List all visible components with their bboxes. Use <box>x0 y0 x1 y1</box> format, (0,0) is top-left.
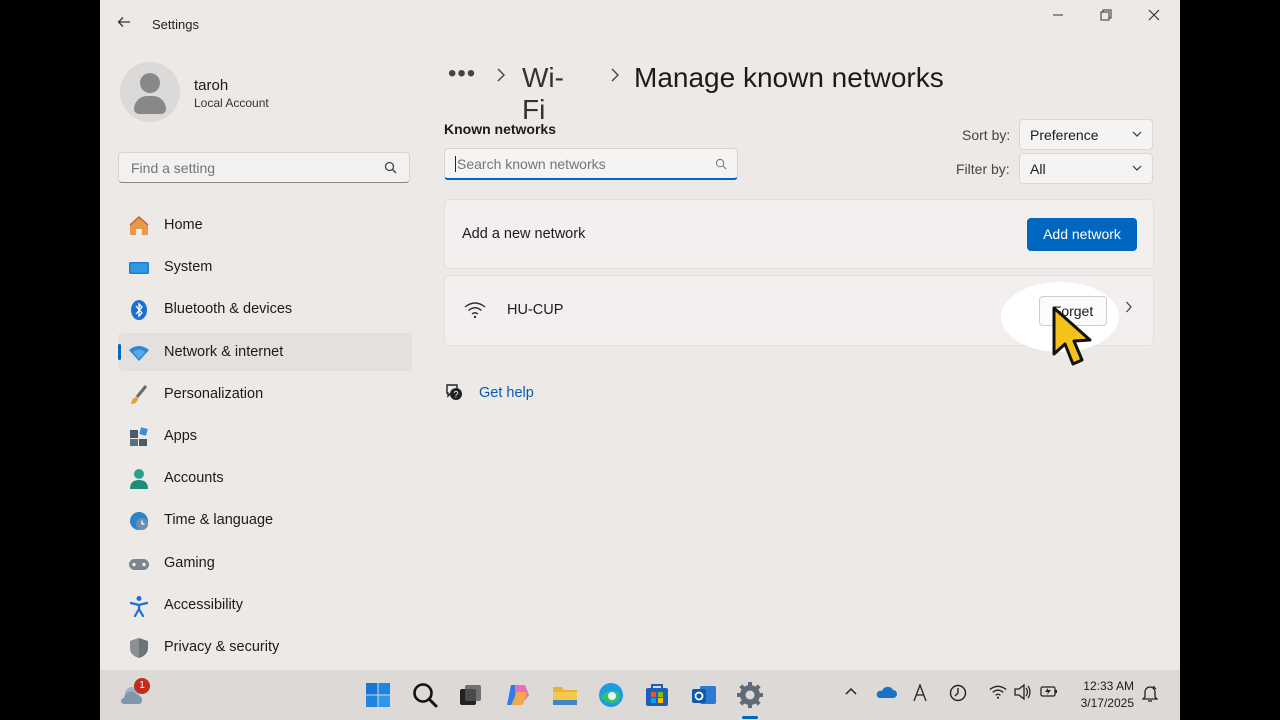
active-indicator <box>118 343 121 360</box>
settings-window: Settings taroh Local Account Home <box>100 0 1180 670</box>
sidebar-item-gaming[interactable]: Gaming <box>118 544 412 582</box>
battery-icon[interactable] <box>1040 684 1058 703</box>
breadcrumb-wifi-link[interactable]: Wi-Fi <box>522 62 564 126</box>
network-icon <box>128 342 150 364</box>
app-title: Settings <box>152 17 199 32</box>
notification-bell-icon[interactable] <box>1141 685 1159 708</box>
chevron-right-icon <box>610 65 620 88</box>
task-view-icon[interactable] <box>456 680 486 710</box>
network-name: HU-CUP <box>507 302 564 318</box>
notification-badge: 1 <box>134 678 150 694</box>
add-network-button[interactable]: Add network <box>1027 218 1137 251</box>
svg-text:?: ? <box>453 390 458 400</box>
sidebar-item-label: Accessibility <box>164 596 243 613</box>
edge-browser-icon[interactable] <box>596 680 626 710</box>
sidebar-item-apps[interactable]: Apps <box>118 417 412 455</box>
accounts-icon <box>128 468 150 490</box>
sidebar-item-accessibility[interactable]: Accessibility <box>118 586 412 624</box>
minimize-icon[interactable] <box>1035 4 1081 30</box>
time-language-icon <box>128 510 150 532</box>
find-setting-input[interactable] <box>129 159 373 177</box>
mouse-cursor-icon <box>1052 306 1094 377</box>
page-title: Manage known networks <box>634 62 944 93</box>
sidebar-item-time-language[interactable]: Time & language <box>118 501 412 539</box>
sidebar-item-accounts[interactable]: Accounts <box>118 459 412 497</box>
clock-app-icon[interactable] <box>949 684 967 707</box>
home-icon <box>128 215 150 237</box>
chevron-right-icon <box>496 65 506 88</box>
brush-icon <box>128 384 150 406</box>
search-icon <box>384 161 397 179</box>
bluetooth-icon <box>128 299 150 321</box>
sidebar-item-label: Privacy & security <box>164 638 280 655</box>
account-type: Local Account <box>194 96 269 110</box>
sidebar-item-label: System <box>164 259 213 276</box>
get-help-label: Get help <box>479 385 534 401</box>
gaming-icon <box>128 553 150 575</box>
add-network-label: Add a new network <box>462 226 586 242</box>
file-explorer-icon[interactable] <box>550 680 580 710</box>
sidebar-item-label: Time & language <box>164 512 274 529</box>
help-icon: ? <box>444 382 464 407</box>
wifi-status-icon[interactable] <box>989 684 1007 705</box>
start-icon[interactable] <box>363 680 393 710</box>
sidebar-nav: Home System Bluetooth & devices Network … <box>118 206 412 670</box>
volume-icon[interactable] <box>1014 683 1032 705</box>
close-icon[interactable] <box>1131 4 1177 30</box>
sidebar-item-home[interactable]: Home <box>118 206 412 244</box>
restore-icon[interactable] <box>1083 4 1129 30</box>
chevron-right-icon[interactable] <box>1125 300 1133 319</box>
clock-time: 12:33 AM <box>1083 679 1134 693</box>
shield-icon <box>128 637 150 659</box>
taskbar: 1 12:33 AM 3/17/2025 <box>100 670 1180 720</box>
title-bar: Settings <box>100 0 1180 50</box>
known-networks-search[interactable] <box>444 148 738 180</box>
sidebar-item-personalization[interactable]: Personalization <box>118 375 412 413</box>
sidebar-item-label: Bluetooth & devices <box>164 301 293 318</box>
search-icon[interactable] <box>410 680 440 710</box>
sidebar-item-network[interactable]: Network & internet <box>118 332 412 371</box>
search-icon <box>715 157 727 175</box>
copilot-icon[interactable] <box>503 680 533 710</box>
filter-value: All <box>1030 161 1046 177</box>
sidebar-item-label: Gaming <box>164 554 215 571</box>
outlook-icon[interactable] <box>689 680 719 710</box>
wifi-icon <box>464 301 486 324</box>
chevron-up-icon[interactable] <box>844 684 858 703</box>
sidebar-item-label: Network & internet <box>164 343 284 360</box>
find-setting-search[interactable] <box>118 152 410 183</box>
chevron-down-icon <box>1132 158 1142 181</box>
known-networks-search-input[interactable] <box>455 155 699 173</box>
sidebar-item-label: Home <box>164 217 203 233</box>
microsoft-store-icon[interactable] <box>642 680 672 710</box>
system-clock[interactable]: 12:33 AM 3/17/2025 <box>1081 678 1134 712</box>
input-method-icon[interactable] <box>912 683 928 707</box>
system-icon <box>128 257 150 279</box>
sort-value: Preference <box>1030 127 1099 143</box>
user-name: taroh <box>194 77 229 94</box>
known-networks-heading: Known networks <box>444 121 557 137</box>
back-arrow-icon[interactable] <box>116 14 136 36</box>
settings-gear-icon[interactable] <box>735 680 765 710</box>
sidebar-item-label: Personalization <box>164 385 264 402</box>
sidebar-item-privacy-security[interactable]: Privacy & security <box>118 628 412 666</box>
breadcrumb-more-button[interactable]: ••• <box>448 60 476 88</box>
active-app-indicator <box>742 716 758 719</box>
accessibility-icon <box>128 595 150 617</box>
clock-date: 3/17/2025 <box>1080 696 1134 710</box>
filter-label: Filter by: <box>956 161 1010 177</box>
onedrive-icon[interactable] <box>875 684 897 705</box>
sidebar-item-system[interactable]: System <box>118 248 412 286</box>
sort-dropdown[interactable]: Preference <box>1019 119 1153 150</box>
sidebar-item-bluetooth[interactable]: Bluetooth & devices <box>118 290 412 328</box>
network-row[interactable]: HU-CUP Forget <box>444 275 1154 352</box>
apps-icon <box>128 426 150 448</box>
sidebar-item-label: Accounts <box>164 470 224 487</box>
filter-dropdown[interactable]: All <box>1019 153 1153 184</box>
sidebar-item-label: Apps <box>164 427 198 444</box>
avatar[interactable] <box>120 62 180 122</box>
chevron-down-icon <box>1132 124 1142 147</box>
sort-label: Sort by: <box>962 127 1011 143</box>
add-network-card: Add a new network Add network <box>444 199 1154 269</box>
